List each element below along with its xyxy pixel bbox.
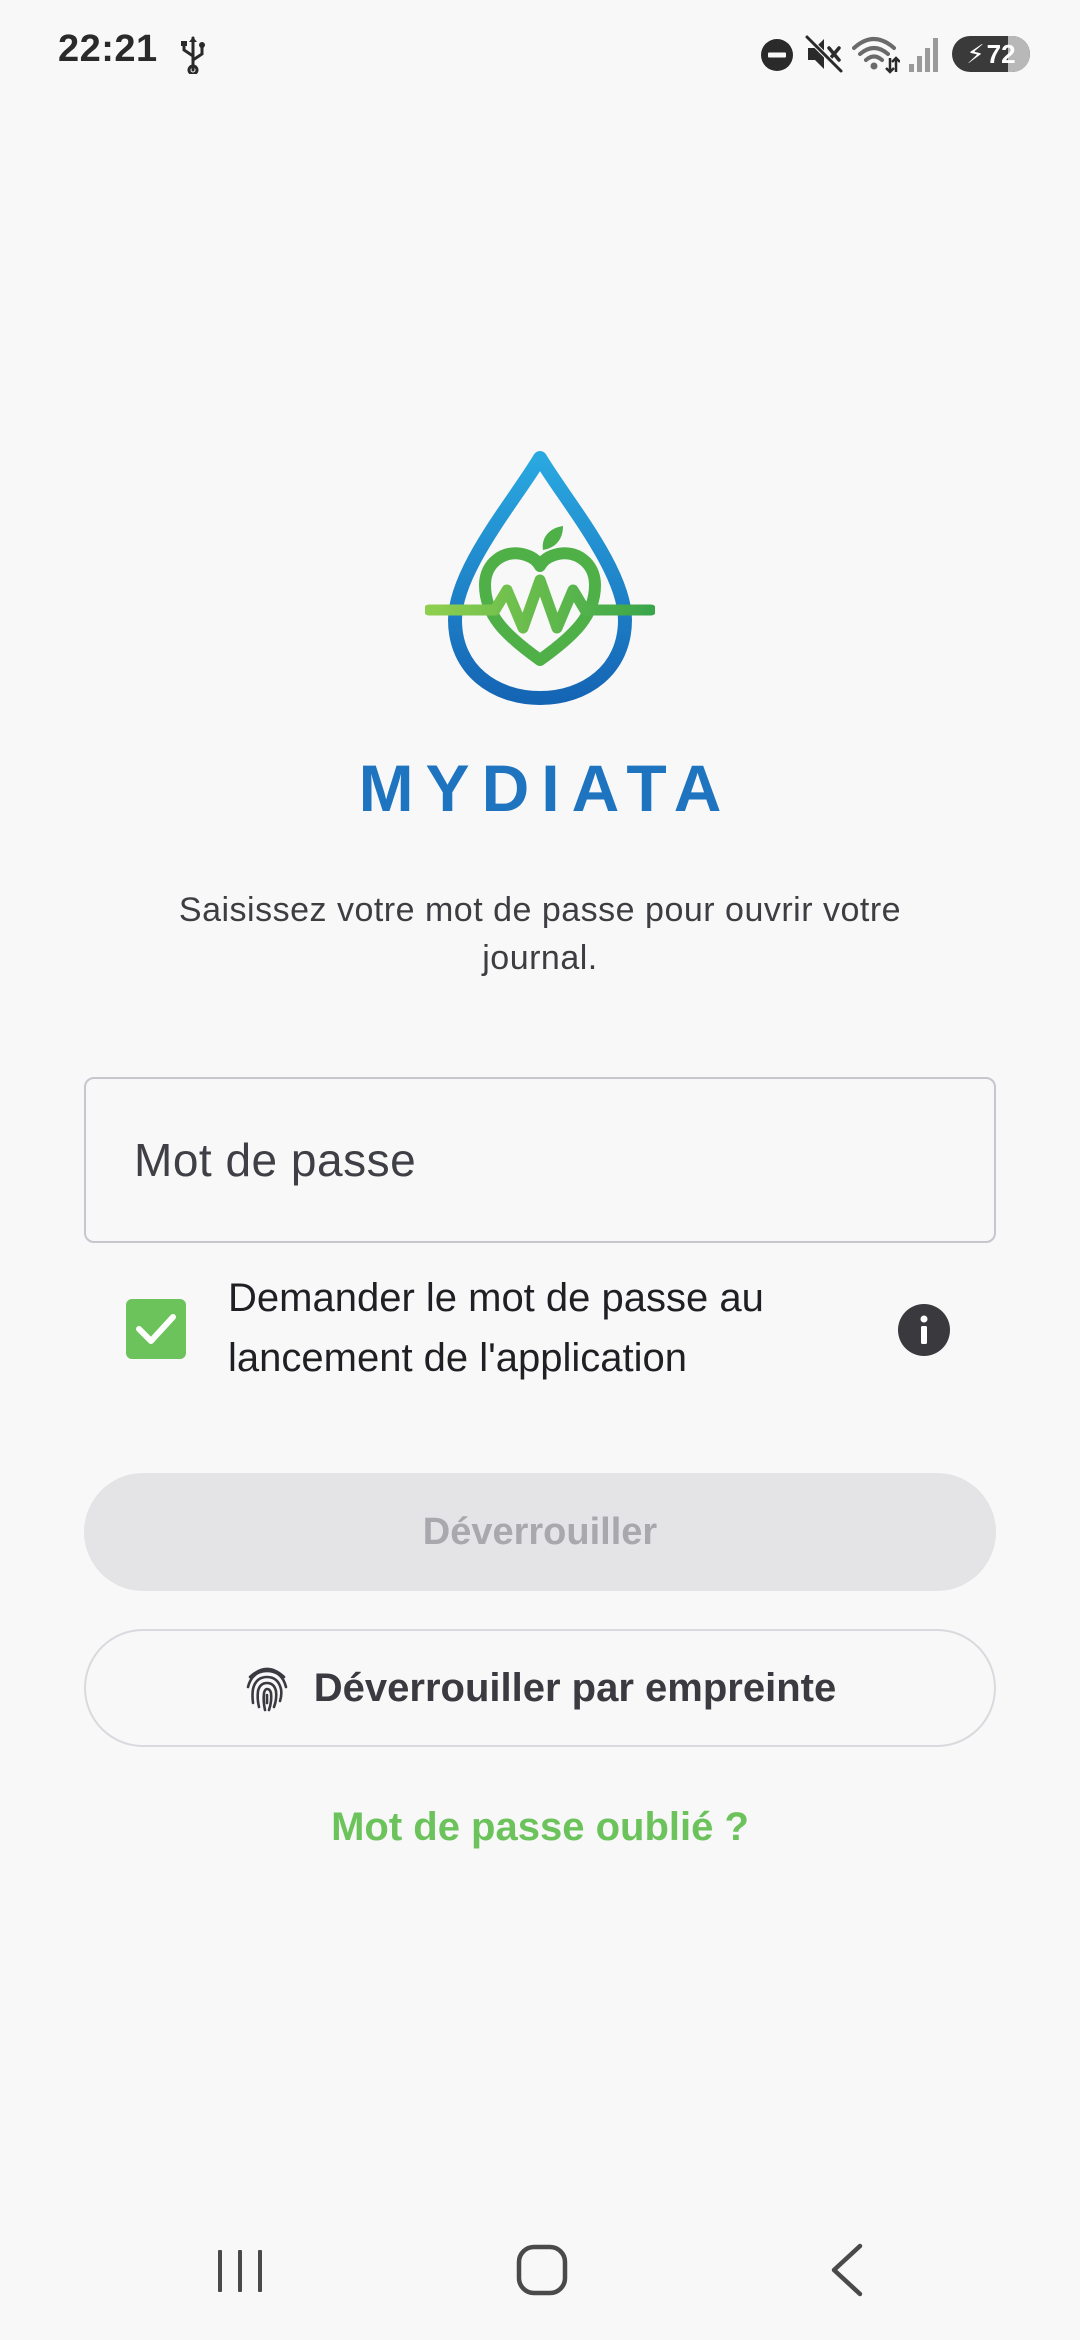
instruction-text: Saisissez votre mot de passe pour ouvrir…	[178, 891, 902, 977]
battery-charging-icon: ⚡	[966, 38, 985, 69]
unlock-button-label: Déverrouiller	[422, 1510, 658, 1553]
back-icon[interactable]	[826, 2242, 866, 2298]
status-bar: 22:21 ⚡ 72	[0, 0, 1080, 110]
mute-icon	[804, 34, 844, 74]
unlock-button[interactable]: Déverrouiller	[84, 1473, 996, 1591]
wifi-icon	[852, 37, 900, 74]
info-icon[interactable]	[898, 1304, 950, 1356]
recent-apps-icon[interactable]	[212, 2248, 268, 2294]
usb-icon	[181, 36, 205, 74]
fingerprint-unlock-label: Déverrouiller par empreinte	[313, 1665, 837, 1710]
fingerprint-unlock-button[interactable]: Déverrouiller par empreinte	[84, 1629, 996, 1747]
app-logo	[425, 451, 655, 705]
battery-icon: ⚡ 72	[952, 36, 1030, 72]
password-input[interactable]	[86, 1079, 994, 1241]
ask-password-checkbox[interactable]	[126, 1299, 186, 1359]
battery-level: 72	[986, 38, 1016, 69]
do-not-disturb-icon	[761, 39, 793, 71]
password-field[interactable]	[84, 1077, 996, 1243]
status-time: 22:21	[58, 28, 158, 70]
app-name: MYDIATA	[358, 751, 734, 825]
signal-icon	[909, 38, 938, 72]
ask-password-label[interactable]: Demander le mot de passe au lancement de…	[228, 1268, 848, 1388]
home-icon[interactable]	[516, 2244, 568, 2296]
checkmark-icon	[136, 1314, 176, 1344]
fingerprint-icon	[246, 1667, 288, 1712]
forgot-password-link[interactable]: Mot de passe oublié ?	[0, 1805, 1080, 1850]
